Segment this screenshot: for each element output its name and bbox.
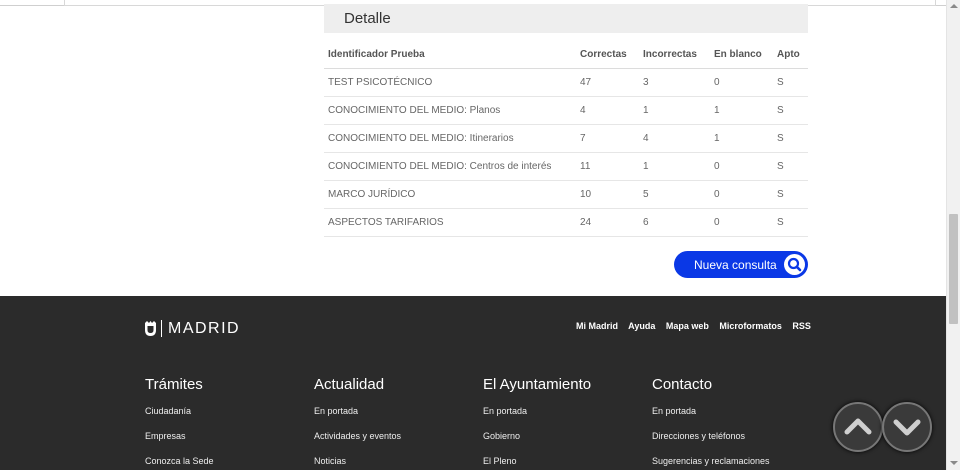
- table-row: ASPECTOS TARIFARIOS 24 6 0 S: [324, 208, 808, 237]
- scrollbar-thumb[interactable]: [949, 214, 958, 324]
- footer-link[interactable]: En portada: [483, 406, 527, 416]
- link-microformatos[interactable]: Microformatos: [719, 321, 782, 331]
- cell-blank: 0: [710, 68, 773, 97]
- footer-link[interactable]: En portada: [652, 406, 696, 416]
- footer-column-ayuntamiento: El Ayuntamiento En portada Gobierno El P…: [483, 376, 591, 466]
- link-rss[interactable]: RSS: [792, 321, 811, 331]
- cell-correct: 47: [576, 68, 639, 97]
- new-query-label: Nueva consulta: [694, 258, 777, 272]
- footer-link[interactable]: Ciudadanía: [145, 406, 191, 416]
- logo-text: MADRID: [168, 320, 241, 337]
- page-scrollbar[interactable]: [946, 0, 960, 470]
- cell-blank: 0: [710, 152, 773, 181]
- scroll-bottom-button[interactable]: [882, 402, 932, 452]
- footer-column-title[interactable]: Contacto: [652, 376, 712, 396]
- cell-incorrect: 1: [639, 152, 710, 181]
- footer-column-title[interactable]: El Ayuntamiento: [483, 376, 591, 396]
- column-header-incorrect: Incorrectas: [639, 40, 710, 69]
- footer-column-title[interactable]: Trámites: [145, 376, 203, 396]
- link-ayuda[interactable]: Ayuda: [628, 321, 655, 331]
- scroll-top-button[interactable]: [833, 402, 883, 452]
- footer-link[interactable]: Gobierno: [483, 431, 520, 441]
- footer-column-title[interactable]: Actualidad: [314, 376, 384, 396]
- footer-link[interactable]: Empresas: [145, 431, 186, 441]
- column-header-blank: En blanco: [710, 40, 773, 69]
- footer-link[interactable]: Direcciones y teléfonos: [652, 431, 745, 441]
- cell-blank: 1: [710, 96, 773, 125]
- search-icon: [784, 254, 805, 275]
- footer-link[interactable]: Noticias: [314, 456, 346, 466]
- scrollbar-up-arrow[interactable]: [947, 0, 960, 13]
- cell-correct: 11: [576, 152, 639, 181]
- footer-top-links: Mi Madrid Ayuda Mapa web Microformatos R…: [576, 321, 819, 331]
- results-table: Identificador Prueba Correctas Incorrect…: [324, 40, 808, 237]
- cell-correct: 10: [576, 180, 639, 209]
- footer-column-contacto: Contacto En portada Direcciones y teléfo…: [652, 376, 770, 466]
- madrid-crest-icon: [144, 320, 157, 337]
- column-header-apt: Apto: [773, 40, 808, 69]
- footer-link[interactable]: Sugerencias y reclamaciones: [652, 456, 770, 466]
- footer-link[interactable]: En portada: [314, 406, 358, 416]
- footer-column-actualidad: Actualidad En portada Actividades y even…: [314, 376, 401, 466]
- cell-apt: S: [773, 96, 808, 125]
- cell-apt: S: [773, 68, 808, 97]
- cell-test-id: MARCO JURÍDICO: [324, 180, 576, 209]
- cell-apt: S: [773, 180, 808, 209]
- column-header-correct: Correctas: [576, 40, 639, 69]
- table-row: MARCO JURÍDICO 10 5 0 S: [324, 180, 808, 209]
- footer-link[interactable]: Conozca la Sede: [145, 456, 214, 466]
- link-mapa-web[interactable]: Mapa web: [666, 321, 709, 331]
- chevron-up-icon: [844, 418, 872, 435]
- footer-link[interactable]: El Pleno: [483, 456, 517, 466]
- table-row: CONOCIMIENTO DEL MEDIO: Centros de inter…: [324, 152, 808, 181]
- detalle-title: Detalle: [344, 10, 391, 27]
- cell-test-id: CONOCIMIENTO DEL MEDIO: Centros de inter…: [324, 152, 576, 181]
- cell-correct: 24: [576, 208, 639, 237]
- footer-column-tramites: Trámites Ciudadanía Empresas Conozca la …: [145, 376, 214, 466]
- link-mi-madrid[interactable]: Mi Madrid: [576, 321, 618, 331]
- cell-correct: 4: [576, 96, 639, 125]
- footer-link[interactable]: Actividades y eventos: [314, 431, 401, 441]
- table-header-row: Identificador Prueba Correctas Incorrect…: [324, 40, 808, 69]
- table-row: CONOCIMIENTO DEL MEDIO: Planos 4 1 1 S: [324, 96, 808, 125]
- cell-test-id: ASPECTOS TARIFARIOS: [324, 208, 576, 237]
- cell-correct: 7: [576, 124, 639, 153]
- cell-blank: 1: [710, 124, 773, 153]
- cell-test-id: CONOCIMIENTO DEL MEDIO: Itinerarios: [324, 124, 576, 153]
- cell-apt: S: [773, 152, 808, 181]
- cell-test-id: CONOCIMIENTO DEL MEDIO: Planos: [324, 96, 576, 125]
- new-query-button[interactable]: Nueva consulta: [674, 251, 808, 278]
- detalle-header: Detalle: [324, 4, 808, 33]
- cell-blank: 0: [710, 180, 773, 209]
- cell-apt: S: [773, 124, 808, 153]
- cell-blank: 0: [710, 208, 773, 237]
- chevron-down-icon: [893, 419, 921, 436]
- cell-incorrect: 4: [639, 124, 710, 153]
- column-header-test-id: Identificador Prueba: [324, 40, 576, 69]
- logo-separator: [161, 320, 162, 337]
- scrollbar-down-arrow[interactable]: [947, 457, 960, 470]
- table-row: TEST PSICOTÉCNICO 47 3 0 S: [324, 68, 808, 97]
- table-row: CONOCIMIENTO DEL MEDIO: Itinerarios 7 4 …: [324, 124, 808, 153]
- cell-apt: S: [773, 208, 808, 237]
- cell-incorrect: 3: [639, 68, 710, 97]
- cell-test-id: TEST PSICOTÉCNICO: [324, 68, 576, 97]
- footer: MADRID Mi Madrid Ayuda Mapa web Microfor…: [0, 296, 947, 470]
- cell-incorrect: 5: [639, 180, 710, 209]
- cell-incorrect: 1: [639, 96, 710, 125]
- cell-incorrect: 6: [639, 208, 710, 237]
